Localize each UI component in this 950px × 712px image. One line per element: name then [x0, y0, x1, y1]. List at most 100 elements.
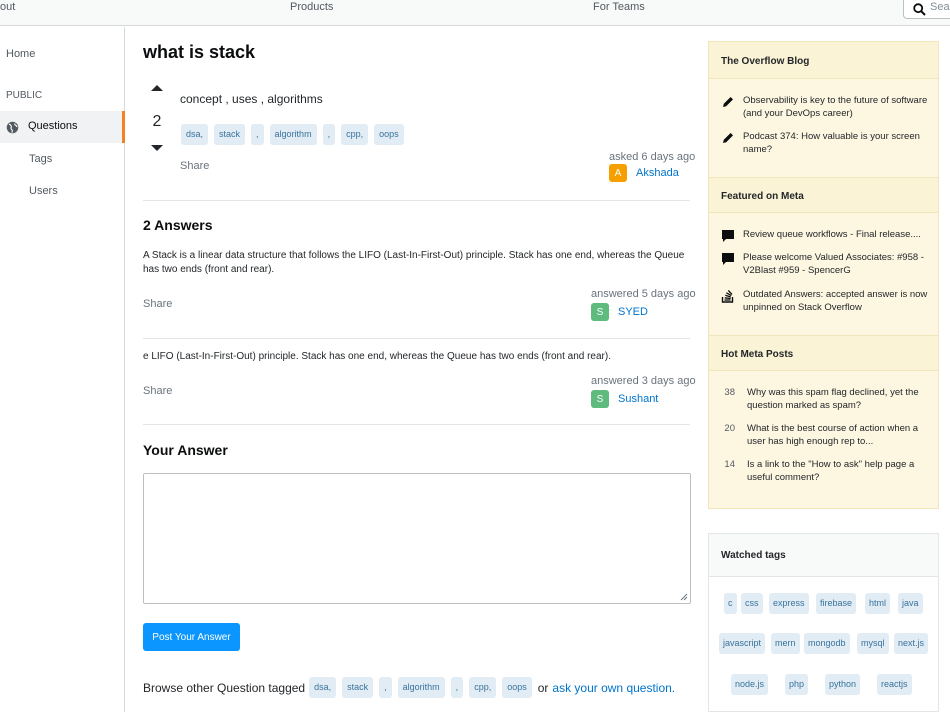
- overflow-blog-widget: The Overflow Blog Observability is key t…: [708, 41, 939, 509]
- search-placeholder: Sear: [930, 1, 950, 13]
- divider: [143, 338, 690, 339]
- answer-share-link[interactable]: Share: [143, 298, 172, 310]
- blog-item-text[interactable]: Podcast 374: How valuable is your screen…: [743, 130, 931, 156]
- watched-tag[interactable]: javascript: [719, 633, 766, 654]
- tag-chip[interactable]: algorithm: [269, 124, 317, 145]
- watched-tag[interactable]: html: [865, 593, 891, 614]
- sidebar-item-questions-label: Questions: [28, 120, 78, 132]
- answer-textarea[interactable]: [143, 473, 691, 604]
- tag-chip[interactable]: stack: [342, 677, 374, 698]
- browse-prefix: Browse other Question tagged: [143, 680, 306, 695]
- tag-chip[interactable]: oops: [374, 124, 404, 145]
- blog-item[interactable]: Observability is key to the future of so…: [721, 94, 931, 120]
- browse-or: or: [537, 680, 549, 695]
- watched-tag[interactable]: c: [724, 593, 737, 614]
- top-bar: out Products For Teams Sear: [0, 0, 950, 26]
- meta-item-text[interactable]: Please welcome Valued Associates: #958 -…: [743, 251, 931, 277]
- meta-item[interactable]: Outdated Answers: accepted answer is now…: [721, 288, 931, 314]
- question-tags: dsa, stack, algorithm, cpp, oops: [181, 124, 410, 145]
- tag-chip[interactable]: stack: [214, 124, 246, 145]
- question-user[interactable]: A Akshada: [609, 164, 679, 182]
- meta-item[interactable]: Please welcome Valued Associates: #958 -…: [721, 251, 931, 277]
- meta-item-text[interactable]: Review queue workflows - Final release..…: [743, 228, 921, 247]
- tag-chip[interactable]: ,: [322, 124, 336, 145]
- watched-tags-header: Watched tags: [709, 534, 938, 577]
- user-name-link[interactable]: Akshada: [636, 167, 679, 179]
- watched-tag[interactable]: mysql: [857, 633, 889, 654]
- sidebar-item-users[interactable]: Users: [29, 185, 58, 197]
- search-input[interactable]: Sear: [903, 0, 950, 19]
- tag-chip[interactable]: dsa,: [181, 124, 209, 145]
- tag-chip[interactable]: dsa,: [309, 677, 337, 698]
- hot-meta-text[interactable]: Is a link to the "How to ask" help page …: [747, 458, 923, 484]
- answer-body: A Stack is a linear data structure that …: [143, 250, 685, 275]
- search-icon: [913, 3, 926, 16]
- tag-chip[interactable]: algorithm: [397, 677, 445, 698]
- tag-chip[interactable]: oops: [502, 677, 532, 698]
- watched-tag[interactable]: mern: [771, 633, 800, 654]
- blog-item-text[interactable]: Observability is key to the future of so…: [743, 94, 931, 120]
- nav-products-link[interactable]: Products: [290, 1, 333, 13]
- resize-handle-icon[interactable]: [680, 593, 688, 601]
- answer-time: answered 3 days ago: [591, 375, 696, 387]
- watched-tag[interactable]: php: [785, 674, 809, 695]
- watched-tag[interactable]: mongodb: [804, 633, 850, 654]
- vote-count: 2: [152, 113, 162, 130]
- sidebar-item-tags[interactable]: Tags: [29, 153, 52, 165]
- answer-share-link[interactable]: Share: [143, 385, 172, 397]
- tag-chip[interactable]: cpp,: [341, 124, 369, 145]
- hot-meta-item[interactable]: 20 What is the best course of action whe…: [713, 422, 923, 448]
- watched-tag[interactable]: next.js: [894, 633, 929, 654]
- hot-meta-count: 38: [724, 387, 735, 398]
- hot-meta-text[interactable]: Why was this spam flag declined, yet the…: [747, 386, 923, 412]
- answer-body: e LIFO (Last-In-First-Out) principle. St…: [143, 351, 611, 362]
- hot-meta-count: 14: [724, 459, 735, 470]
- post-answer-button[interactable]: Post Your Answer: [143, 623, 240, 651]
- sidebar-item-questions[interactable]: Questions: [0, 111, 125, 143]
- blog-item[interactable]: Podcast 374: How valuable is your screen…: [721, 130, 931, 156]
- watched-tag[interactable]: firebase: [816, 593, 857, 614]
- answer-user[interactable]: S Sushant: [591, 390, 658, 408]
- nav-for-teams-link[interactable]: For Teams: [593, 1, 645, 13]
- downvote-button[interactable]: [147, 145, 167, 151]
- ask-question-link[interactable]: ask your own question.: [552, 681, 675, 695]
- question-share-link[interactable]: Share: [180, 160, 209, 172]
- globe-icon: [6, 121, 19, 134]
- sidebar-item-home[interactable]: Home: [6, 48, 35, 60]
- arrow-up-icon: [151, 85, 163, 91]
- nav-about-link[interactable]: out: [0, 1, 15, 13]
- meta-item[interactable]: Review queue workflows - Final release..…: [721, 228, 931, 247]
- watched-tag[interactable]: java: [898, 593, 923, 614]
- hot-meta-text[interactable]: What is the best course of action when a…: [747, 422, 923, 448]
- meta-heading: Featured on Meta: [721, 191, 804, 202]
- answers-heading: 2 Answers: [143, 217, 213, 233]
- tag-chip[interactable]: ,: [379, 677, 392, 698]
- upvote-button[interactable]: [147, 85, 167, 91]
- avatar: S: [591, 303, 609, 321]
- watched-tag[interactable]: node.js: [731, 674, 769, 695]
- user-name-link[interactable]: SYED: [618, 306, 648, 318]
- answer-time: answered 5 days ago: [591, 288, 696, 300]
- arrow-down-icon: [151, 145, 163, 151]
- hot-meta-heading: Hot Meta Posts: [721, 349, 794, 360]
- meta-item-text[interactable]: Outdated Answers: accepted answer is now…: [743, 288, 931, 314]
- comment-icon: [722, 253, 734, 265]
- your-answer-heading: Your Answer: [143, 442, 228, 458]
- sidebar-section-public: PUBLIC: [6, 90, 43, 101]
- watched-tag[interactable]: reactjs: [877, 674, 912, 695]
- blog-heading: The Overflow Blog: [721, 56, 810, 67]
- avatar: A: [609, 164, 627, 182]
- pencil-icon: [723, 133, 733, 143]
- tag-chip[interactable]: cpp,: [469, 677, 497, 698]
- tag-chip[interactable]: ,: [450, 677, 464, 698]
- hot-meta-item[interactable]: 14 Is a link to the "How to ask" help pa…: [713, 458, 923, 484]
- tag-chip[interactable]: ,: [251, 124, 264, 145]
- hot-meta-item[interactable]: 38 Why was this spam flag declined, yet …: [713, 386, 923, 412]
- answer-user[interactable]: S SYED: [591, 303, 648, 321]
- browse-tags-footer: Browse other Question tagged dsa, stack, a…: [143, 677, 675, 698]
- watched-tag[interactable]: css: [741, 593, 763, 614]
- watched-tag[interactable]: python: [825, 674, 861, 695]
- watched-tag[interactable]: express: [769, 593, 809, 614]
- user-name-link[interactable]: Sushant: [618, 393, 658, 405]
- watched-tags-widget: Watched tags c css express firebase html…: [708, 533, 939, 712]
